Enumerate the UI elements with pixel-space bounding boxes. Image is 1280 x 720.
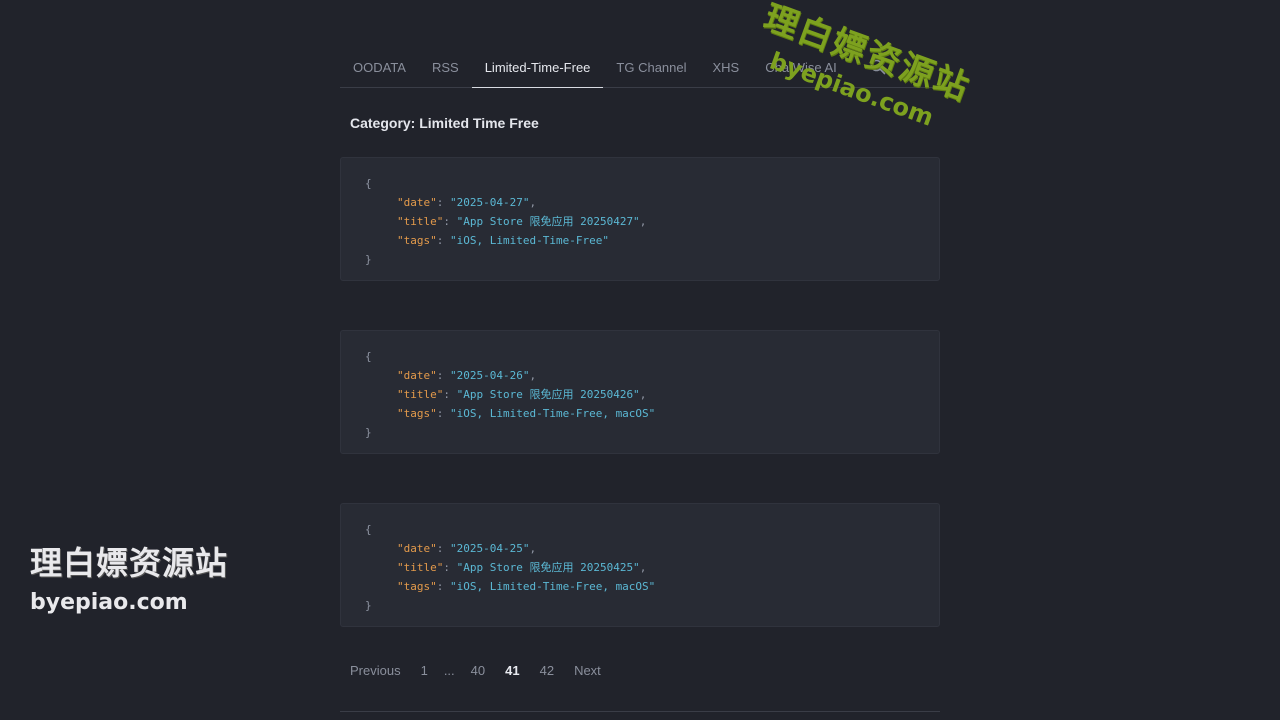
tab-limited-time-free[interactable]: Limited-Time-Free [471, 60, 604, 88]
tab-tg-channel[interactable]: TG Channel [603, 60, 699, 88]
json-date-value: "2025-04-26" [450, 369, 530, 382]
json-tags-value: "iOS, Limited-Time-Free, macOS" [450, 407, 656, 420]
json-date-value: "2025-04-27" [450, 196, 530, 209]
json-title-line: "title": "App Store 限免应用 20250427", [397, 215, 647, 228]
json-key: "date" [397, 542, 437, 555]
json-open-brace: { [365, 350, 372, 363]
json-card[interactable]: { "date": "2025-04-25", "title": "App St… [340, 503, 940, 627]
json-date-line: "date": "2025-04-25", [397, 542, 537, 555]
json-date-line: "date": "2025-04-26", [397, 369, 537, 382]
watermark-en-text: byepiao.com [30, 590, 188, 615]
json-title-line: "title": "App Store 限免应用 20250426", [397, 388, 647, 401]
json-tags-line: "tags": "iOS, Limited-Time-Free, macOS" [397, 407, 656, 420]
json-open-brace: { [365, 523, 372, 536]
json-card[interactable]: { "date": "2025-04-27", "title": "App St… [340, 157, 940, 281]
json-title-line: "title": "App Store 限免应用 20250425", [397, 561, 647, 574]
json-card[interactable]: { "date": "2025-04-26", "title": "App St… [340, 330, 940, 454]
json-key: "tags" [397, 407, 437, 420]
page-link-prev[interactable]: 40 [461, 663, 495, 678]
json-key: "title" [397, 215, 444, 228]
watermark-bottom: 理白嫖资源站 byepiao.com [30, 538, 228, 615]
next-page-link[interactable]: Next [564, 663, 611, 678]
page-link-current: 41 [505, 662, 520, 678]
json-title-value: "App Store 限免应用 20250426" [456, 388, 640, 401]
json-tags-value: "iOS, Limited-Time-Free" [450, 234, 609, 247]
page-link-next[interactable]: 42 [530, 663, 564, 678]
json-key: "title" [397, 388, 444, 401]
json-key: "tags" [397, 580, 437, 593]
tab-oodata[interactable]: OODATA [340, 60, 419, 88]
json-date-line: "date": "2025-04-27", [397, 196, 537, 209]
json-key: "date" [397, 196, 437, 209]
json-date-value: "2025-04-25" [450, 542, 530, 555]
json-key: "tags" [397, 234, 437, 247]
previous-page-link[interactable]: Previous [340, 663, 411, 678]
category-title: Category: Limited Time Free [350, 115, 539, 131]
json-title-value: "App Store 限免应用 20250427" [456, 215, 640, 228]
page: OODATA RSS Limited-Time-Free TG Channel … [0, 0, 1280, 720]
tab-rss[interactable]: RSS [419, 60, 472, 88]
json-close-brace: } [365, 426, 372, 439]
json-title-value: "App Store 限免应用 20250425" [456, 561, 640, 574]
pagination: Previous 1 ... 40 41 42 Next [340, 660, 611, 680]
json-close-brace: } [365, 599, 372, 612]
page-link-first[interactable]: 1 [411, 663, 438, 678]
pagination-ellipsis: ... [443, 662, 455, 678]
json-tags-value: "iOS, Limited-Time-Free, macOS" [450, 580, 656, 593]
watermark-cn-text: 理白嫖资源站 [30, 544, 229, 582]
json-tags-line: "tags": "iOS, Limited-Time-Free" [397, 234, 609, 247]
json-open-brace: { [365, 177, 372, 190]
json-close-brace: } [365, 253, 372, 266]
json-key: "date" [397, 369, 437, 382]
footer-divider [340, 711, 940, 712]
json-tags-line: "tags": "iOS, Limited-Time-Free, macOS" [397, 580, 656, 593]
json-key: "title" [397, 561, 444, 574]
